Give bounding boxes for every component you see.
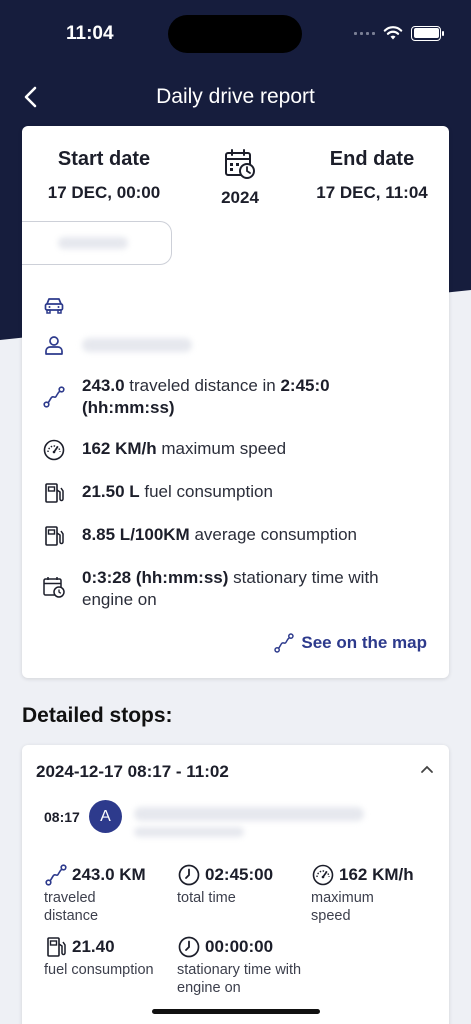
fuel-consumption-text: 21.50 L fuel consumption	[82, 482, 273, 501]
chevron-up-icon[interactable]	[419, 763, 435, 775]
person-icon	[45, 336, 63, 355]
stop-max-speed: 162 KM/h maximum speed	[311, 863, 414, 925]
route-icon	[274, 633, 295, 653]
page-title: Daily drive report	[156, 85, 315, 108]
clock-icon	[178, 864, 200, 886]
stop-fuel-value: 21.40	[72, 937, 115, 956]
stationary-row: 0:3:28 (hh:mm:ss) stationary time with e…	[42, 567, 433, 611]
redacted-address-2	[134, 827, 244, 837]
stop-stationary-label: stationary time with engine on	[177, 962, 302, 996]
stop-distance-label: traveled distance	[44, 890, 99, 924]
summary-card: Start date 17 DEC, 00:00 2024 End date 1…	[22, 126, 449, 678]
calendar-clock-icon	[225, 149, 255, 179]
stop-total-time-label: total time	[177, 890, 236, 906]
speedometer-icon	[43, 439, 65, 461]
stop-fuel-label: fuel consumption	[44, 962, 154, 978]
stop-max-speed-label: maximum speed	[311, 890, 374, 924]
dynamic-island	[168, 15, 302, 53]
vehicle-plate-pill[interactable]	[22, 221, 172, 265]
start-date-value: 17 DEC, 00:00	[47, 183, 161, 202]
battery-icon	[411, 25, 444, 41]
average-row: 8.85 L/100KM average consumption	[42, 524, 433, 548]
home-indicator	[152, 1009, 320, 1014]
stop-total-time-value: 02:45:00	[205, 865, 274, 884]
stop-time-range: 2024-12-17 08:17 - 11:02	[36, 762, 229, 781]
speed-row: 162 KM/h maximum speed	[42, 438, 433, 462]
wifi-icon	[383, 26, 403, 40]
stop-card[interactable]: 2024-12-17 08:17 - 11:02 08:17 A 243.0 K…	[22, 745, 449, 1024]
stationary-time-text: 0:3:28 (hh:mm:ss) stationary time with e…	[82, 568, 379, 609]
stop-total-time: 02:45:00 total time	[177, 863, 273, 907]
redacted-address	[134, 807, 364, 821]
date-range: Start date 17 DEC, 00:00 2024 End date 1…	[22, 126, 449, 216]
year-value: 2024	[221, 188, 259, 207]
fuel-pump-icon	[47, 937, 66, 957]
route-icon	[43, 386, 65, 408]
stop-fuel: 21.40 fuel consumption	[44, 935, 154, 979]
stop-stationary-value: 00:00:00	[205, 937, 274, 956]
average-consumption-text: 8.85 L/100KM average consumption	[82, 525, 358, 544]
end-date[interactable]: End date 17 DEC, 11:04	[312, 148, 432, 203]
see-on-map-label: See on the map	[301, 633, 427, 652]
end-date-label: End date	[329, 148, 415, 170]
calendar-clock-icon	[43, 577, 65, 598]
stop-distance-value: 243.0 KM	[72, 865, 146, 884]
vehicle-row	[42, 293, 433, 317]
see-on-map-link[interactable]: See on the map	[273, 632, 427, 654]
car-icon	[44, 298, 64, 314]
stop-marker-badge: A	[89, 800, 122, 833]
distance-text: 243.0 traveled distance in 2:45:0 (hh:mm:…	[82, 376, 330, 417]
fuel-pump-icon	[45, 526, 64, 546]
stop-distance: 243.0 KM traveled distance	[44, 863, 146, 925]
nav-bar: Daily drive report	[0, 78, 471, 118]
detailed-stops-title: Detailed stops:	[22, 704, 173, 727]
status-icons	[354, 25, 444, 41]
status-time: 11:04	[66, 23, 114, 44]
status-bar: 11:04	[0, 0, 471, 70]
start-date-label: Start date	[57, 148, 151, 170]
start-date[interactable]: Start date 17 DEC, 00:00	[40, 148, 168, 203]
clock-icon	[178, 936, 200, 958]
cellular-signal-icon	[354, 31, 375, 35]
speedometer-icon	[312, 864, 334, 886]
stop-stationary-time: 00:00:00 stationary time with engine on	[177, 935, 302, 997]
distance-row: 243.0 traveled distance in 2:45:0 (hh:mm:…	[42, 375, 433, 419]
redacted-text	[58, 237, 128, 249]
max-speed-text: 162 KM/h maximum speed	[82, 439, 287, 458]
year-selector[interactable]: 2024	[212, 148, 268, 208]
stop-max-speed-value: 162 KM/h	[339, 865, 414, 884]
route-icon	[45, 864, 67, 886]
stop-start-time: 08:17	[44, 809, 80, 825]
fuel-pump-icon	[45, 483, 64, 503]
redacted-driver	[82, 338, 192, 352]
driver-row	[42, 333, 433, 357]
end-date-value: 17 DEC, 11:04	[316, 183, 428, 202]
fuel-row: 21.50 L fuel consumption	[42, 481, 433, 505]
